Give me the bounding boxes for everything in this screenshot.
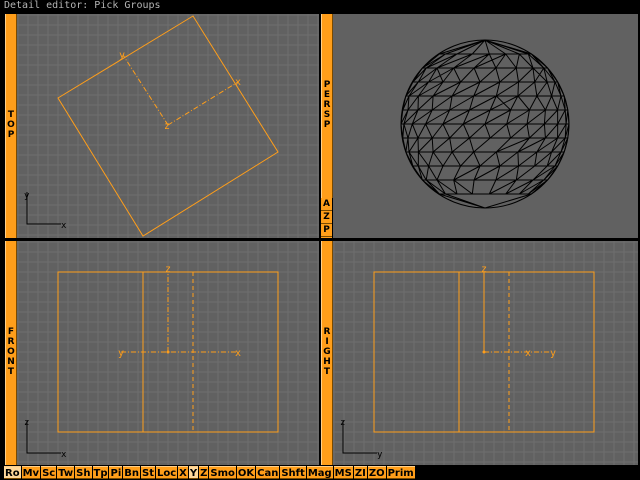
toolbar-button-ro[interactable]: Ro <box>4 466 21 479</box>
toolbar-button-prim[interactable]: Prim <box>386 466 415 479</box>
bottom-toolbar: Ro Mv Sc Tw Sh Tp Pi Bn St Loc X Y Z Smo OK Can Shft Mag M… <box>4 466 416 479</box>
viewport-label-persp-text: PERSP <box>323 80 331 130</box>
top-gizmo-x-label: x <box>235 77 241 88</box>
right-gizmo-x-label: x <box>525 348 531 359</box>
window-title: Detail editor: Pick Groups <box>0 0 640 12</box>
viewport-label-front-text: FRONT <box>7 327 15 377</box>
viewport-right-canvas[interactable]: z x y z y <box>333 241 638 465</box>
persp-sphere-wireframe <box>400 39 570 209</box>
viewport-top[interactable]: y x z y x <box>17 14 319 238</box>
persp-button-p[interactable]: P <box>321 224 332 237</box>
top-axis-v-label: y <box>24 191 30 201</box>
toolbar-button-mag[interactable]: Mag <box>306 466 333 479</box>
front-axis-v-label: z <box>24 418 29 428</box>
front-gizmo-x-label: x <box>235 348 241 359</box>
toolbar-button-loc[interactable]: Loc <box>155 466 178 479</box>
front-gizmo-y-label: y <box>118 348 124 359</box>
toolbar-button-ok[interactable]: OK <box>236 466 256 479</box>
toolbar-button-y[interactable]: Y <box>188 466 199 479</box>
viewport-label-right-text: RIGHT <box>323 327 331 377</box>
toolbar-button-st[interactable]: St <box>141 466 155 479</box>
front-axis-h-label: x <box>61 450 67 460</box>
right-axis-v-label: z <box>340 418 345 428</box>
viewport-persp[interactable] <box>333 14 638 238</box>
toolbar-button-pi[interactable]: Pi <box>109 466 123 479</box>
toolbar-button-x[interactable]: X <box>178 466 188 479</box>
viewport-top-canvas[interactable]: y x z y x <box>17 14 319 238</box>
toolbar-button-can[interactable]: Can <box>256 466 280 479</box>
toolbar-button-tw[interactable]: Tw <box>57 466 75 479</box>
toolbar-button-smo[interactable]: Smo <box>209 466 236 479</box>
viewport-right[interactable]: z x y z y <box>333 241 638 465</box>
viewport-label-top[interactable]: TOP <box>5 14 17 238</box>
right-gizmo-z-label: z <box>481 264 487 275</box>
persp-button-group: A Z P <box>321 198 332 238</box>
front-gizmo-origin <box>166 350 170 354</box>
toolbar-button-tp[interactable]: Tp <box>92 466 109 479</box>
persp-button-z[interactable]: Z <box>321 211 332 224</box>
toolbar-button-bn[interactable]: Bn <box>123 466 140 479</box>
viewport-front[interactable]: z y x z x <box>17 241 319 465</box>
top-gizmo-z-label: z <box>164 121 170 132</box>
toolbar-button-sh[interactable]: Sh <box>75 466 92 479</box>
top-gizmo-y-label: y <box>119 50 125 61</box>
right-gizmo-origin <box>482 350 486 354</box>
viewport-label-persp[interactable]: PERSP <box>321 14 333 198</box>
front-gizmo-z-label: z <box>165 264 171 275</box>
viewport-front-canvas[interactable]: z y x z x <box>17 241 319 465</box>
viewport-label-front[interactable]: FRONT <box>5 241 17 465</box>
viewport-label-right[interactable]: RIGHT <box>321 241 333 465</box>
toolbar-button-ms[interactable]: MS <box>333 466 353 479</box>
toolbar-button-z[interactable]: Z <box>199 466 209 479</box>
toolbar-button-zo[interactable]: ZO <box>367 466 386 479</box>
toolbar-button-zi[interactable]: ZI <box>353 466 367 479</box>
right-gizmo-y-label: y <box>550 348 556 359</box>
persp-button-a[interactable]: A <box>321 198 332 211</box>
viewport-label-top-text: TOP <box>7 110 15 140</box>
toolbar-button-sc[interactable]: Sc <box>41 466 57 479</box>
toolbar-button-shft[interactable]: Shft <box>280 466 306 479</box>
top-axis-h-label: x <box>61 221 67 231</box>
toolbar-button-mv[interactable]: Mv <box>21 466 41 479</box>
right-axis-h-label: y <box>377 450 383 460</box>
sphere-mesh <box>400 39 570 209</box>
